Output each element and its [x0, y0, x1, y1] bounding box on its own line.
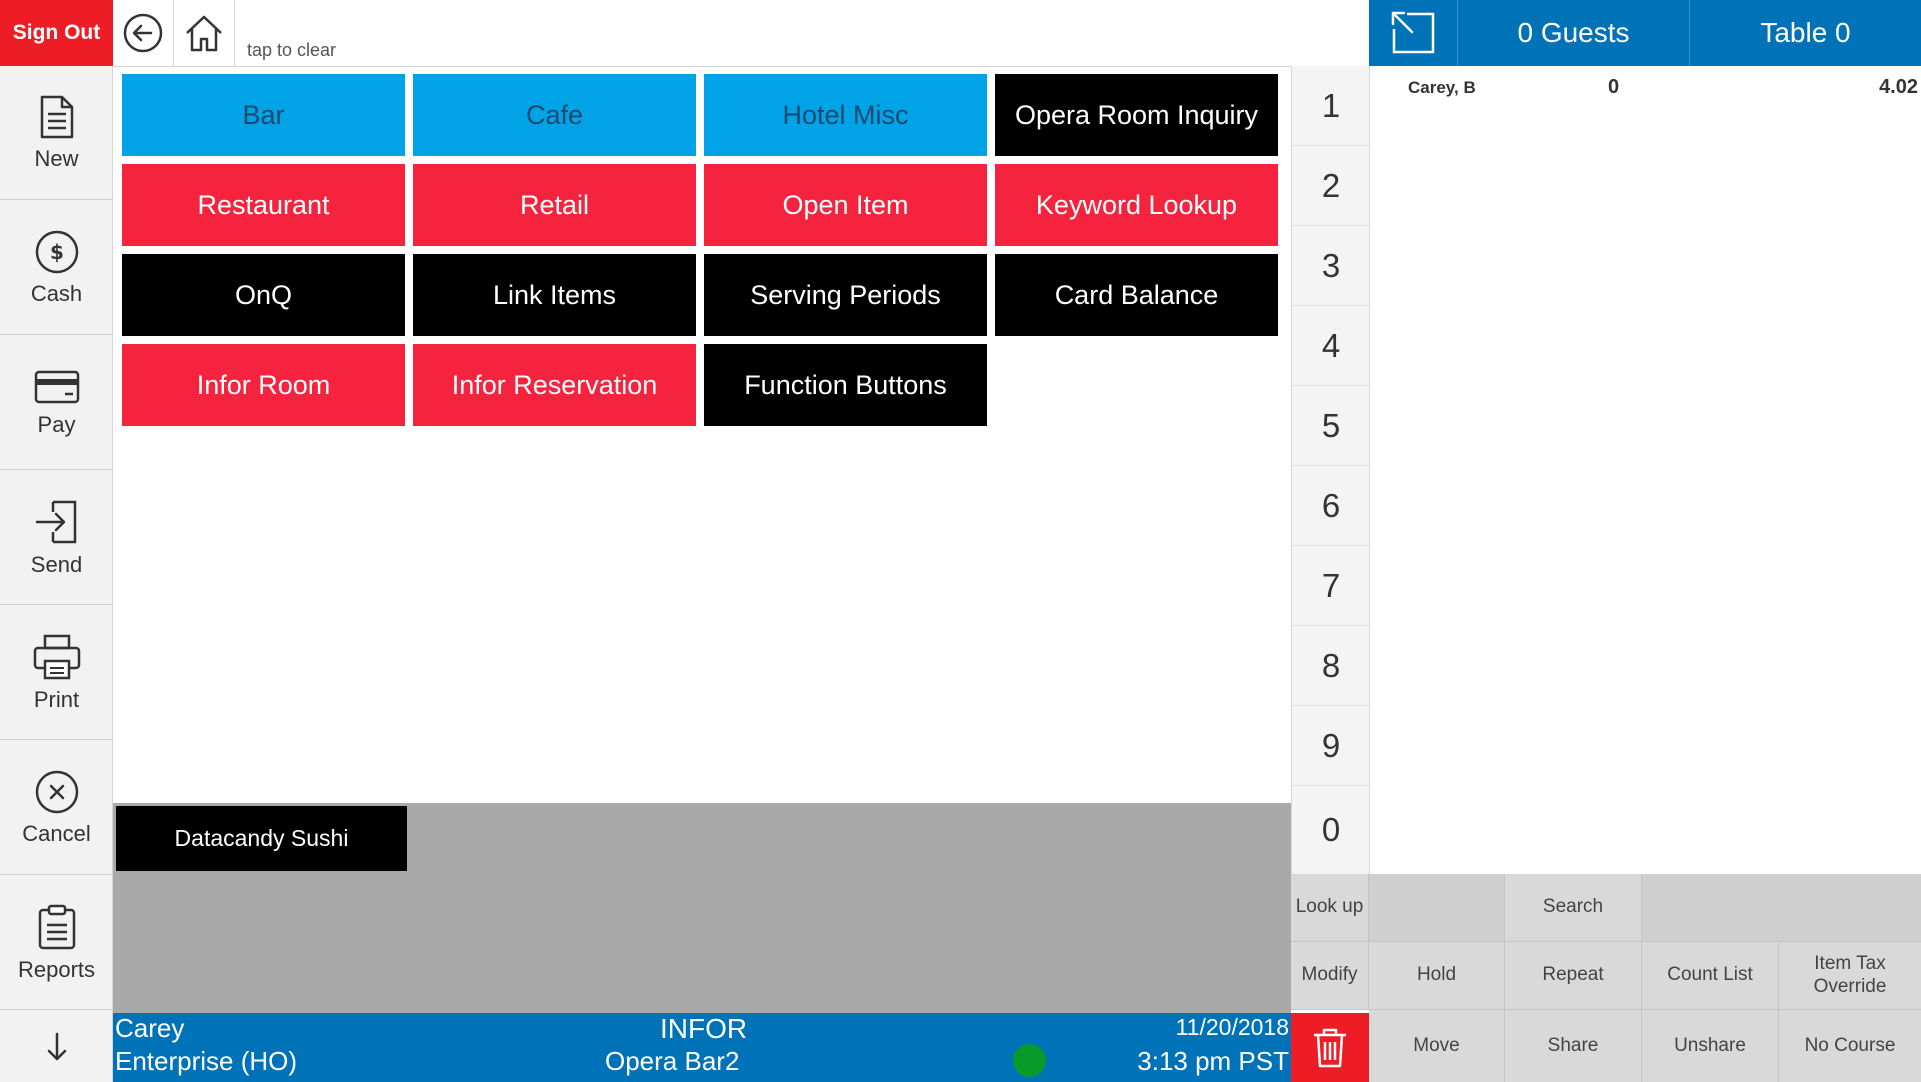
menu-opera-room-inquiry-button[interactable]: Opera Room Inquiry	[995, 74, 1278, 156]
numpad-key[interactable]: 7	[1292, 546, 1370, 626]
check-line-qty: 0	[1608, 76, 1620, 98]
svg-text:$: $	[50, 240, 64, 264]
top-divider	[113, 66, 1369, 67]
search-button[interactable]: Search	[1505, 874, 1642, 942]
cancel-circle-icon	[35, 770, 78, 813]
count-list-button[interactable]: Count List	[1642, 942, 1779, 1010]
guests-button[interactable]: 0 Guests	[1458, 0, 1690, 66]
menu-infor-room-button[interactable]: Infor Room	[122, 344, 405, 426]
menu-retail-button[interactable]: Retail	[413, 164, 696, 246]
pay-button[interactable]: Pay	[0, 336, 113, 470]
empty-function-key	[1369, 874, 1505, 942]
new-label: New	[34, 145, 79, 171]
menu-restaurant-button[interactable]: Restaurant	[122, 164, 405, 246]
menu-open-item-button[interactable]: Open Item	[704, 164, 987, 246]
home-icon	[186, 15, 222, 52]
cancel-label: Cancel	[22, 820, 91, 846]
send-button[interactable]: Send	[0, 471, 113, 605]
send-label: Send	[30, 551, 83, 577]
reports-button[interactable]: Reports	[0, 876, 113, 1010]
expand-button[interactable]	[1369, 0, 1458, 66]
print-button[interactable]: Print	[0, 606, 113, 740]
menu-card-balance-button[interactable]: Card Balance	[995, 254, 1278, 336]
numpad-key[interactable]: 9	[1292, 706, 1370, 786]
table-button[interactable]: Table 0	[1690, 0, 1921, 66]
clipboard-icon	[38, 904, 75, 949]
numpad-key[interactable]: 5	[1292, 386, 1370, 466]
back-button[interactable]	[113, 0, 174, 66]
numpad-key[interactable]: 1	[1292, 66, 1370, 146]
status-user: Carey	[115, 1013, 185, 1043]
status-date: 11/20/2018	[1175, 1014, 1289, 1040]
send-icon	[35, 500, 76, 543]
expand-icon	[1391, 11, 1435, 54]
modify-button[interactable]: Modify	[1291, 942, 1369, 1010]
menu-function-buttons-button[interactable]: Function Buttons	[704, 344, 987, 426]
check-detail-area	[1369, 66, 1921, 874]
empty-function-key	[1642, 874, 1921, 942]
numpad-key[interactable]: 8	[1292, 626, 1370, 706]
menu-cafe-button[interactable]: Cafe	[413, 74, 696, 156]
menu-hotel-misc-button[interactable]: Hotel Misc	[704, 74, 987, 156]
menu-bar-button[interactable]: Bar	[122, 74, 405, 156]
reports-label: Reports	[17, 956, 96, 982]
menu-infor-reservation-button[interactable]: Infor Reservation	[413, 344, 696, 426]
document-icon	[40, 95, 73, 138]
left-sidebar: New $ Cash Pay Send Print Cancel Reports	[0, 66, 113, 1082]
check-line-name[interactable]: Carey, B	[1408, 78, 1476, 98]
printer-icon	[33, 634, 80, 679]
pay-label: Pay	[37, 411, 76, 437]
credit-card-icon	[34, 370, 79, 403]
share-button[interactable]: Share	[1505, 1010, 1642, 1082]
dollar-circle-icon: $	[35, 230, 78, 273]
numpad-key[interactable]: 4	[1292, 306, 1370, 386]
numpad-key[interactable]: 0	[1292, 786, 1370, 874]
number-pad: 1 2 3 4 5 6 7 8 9 0	[1291, 66, 1370, 874]
trash-icon	[1314, 1028, 1346, 1067]
repeat-button[interactable]: Repeat	[1505, 942, 1642, 1010]
cancel-button[interactable]: Cancel	[0, 741, 113, 875]
new-button[interactable]: New	[0, 66, 113, 200]
menu-link-items-button[interactable]: Link Items	[413, 254, 696, 336]
tap-to-clear-field[interactable]: tap to clear	[247, 40, 336, 61]
down-arrow-icon	[47, 1032, 66, 1060]
hold-button[interactable]: Hold	[1369, 942, 1505, 1010]
status-enterprise: Enterprise (HO)	[115, 1046, 298, 1076]
check-line-amount: 4.02	[1879, 76, 1918, 98]
datacandy-sushi-button[interactable]: Datacandy Sushi	[116, 806, 407, 871]
scroll-down-button[interactable]	[0, 1011, 113, 1082]
delete-button[interactable]	[1291, 1013, 1369, 1082]
back-arrow-icon	[123, 13, 163, 53]
menu-serving-periods-button[interactable]: Serving Periods	[704, 254, 987, 336]
numpad-key[interactable]: 6	[1292, 466, 1370, 546]
cash-button[interactable]: $ Cash	[0, 201, 113, 335]
status-company: INFOR	[660, 1013, 748, 1044]
status-time: 3:13 pm PST	[1137, 1046, 1289, 1076]
online-status-indicator	[1013, 1044, 1046, 1077]
print-label: Print	[33, 686, 80, 712]
sign-out-button[interactable]: Sign Out	[0, 0, 113, 66]
cash-label: Cash	[30, 280, 83, 306]
unshare-button[interactable]: Unshare	[1642, 1010, 1779, 1082]
move-button[interactable]: Move	[1369, 1010, 1505, 1082]
menu-onq-button[interactable]: OnQ	[122, 254, 405, 336]
menu-keyword-lookup-button[interactable]: Keyword Lookup	[995, 164, 1278, 246]
home-button[interactable]	[174, 0, 235, 66]
status-terminal: Opera Bar2	[605, 1046, 740, 1076]
status-bar: Carey Enterprise (HO) INFOR Opera Bar2 1…	[113, 1013, 1291, 1082]
look-up-button[interactable]: Look up	[1291, 874, 1369, 942]
numpad-key[interactable]: 3	[1292, 226, 1370, 306]
numpad-key[interactable]: 2	[1292, 146, 1370, 226]
no-course-button[interactable]: No Course	[1779, 1010, 1921, 1082]
item-tax-override-button[interactable]: Item Tax Override	[1779, 942, 1921, 1010]
